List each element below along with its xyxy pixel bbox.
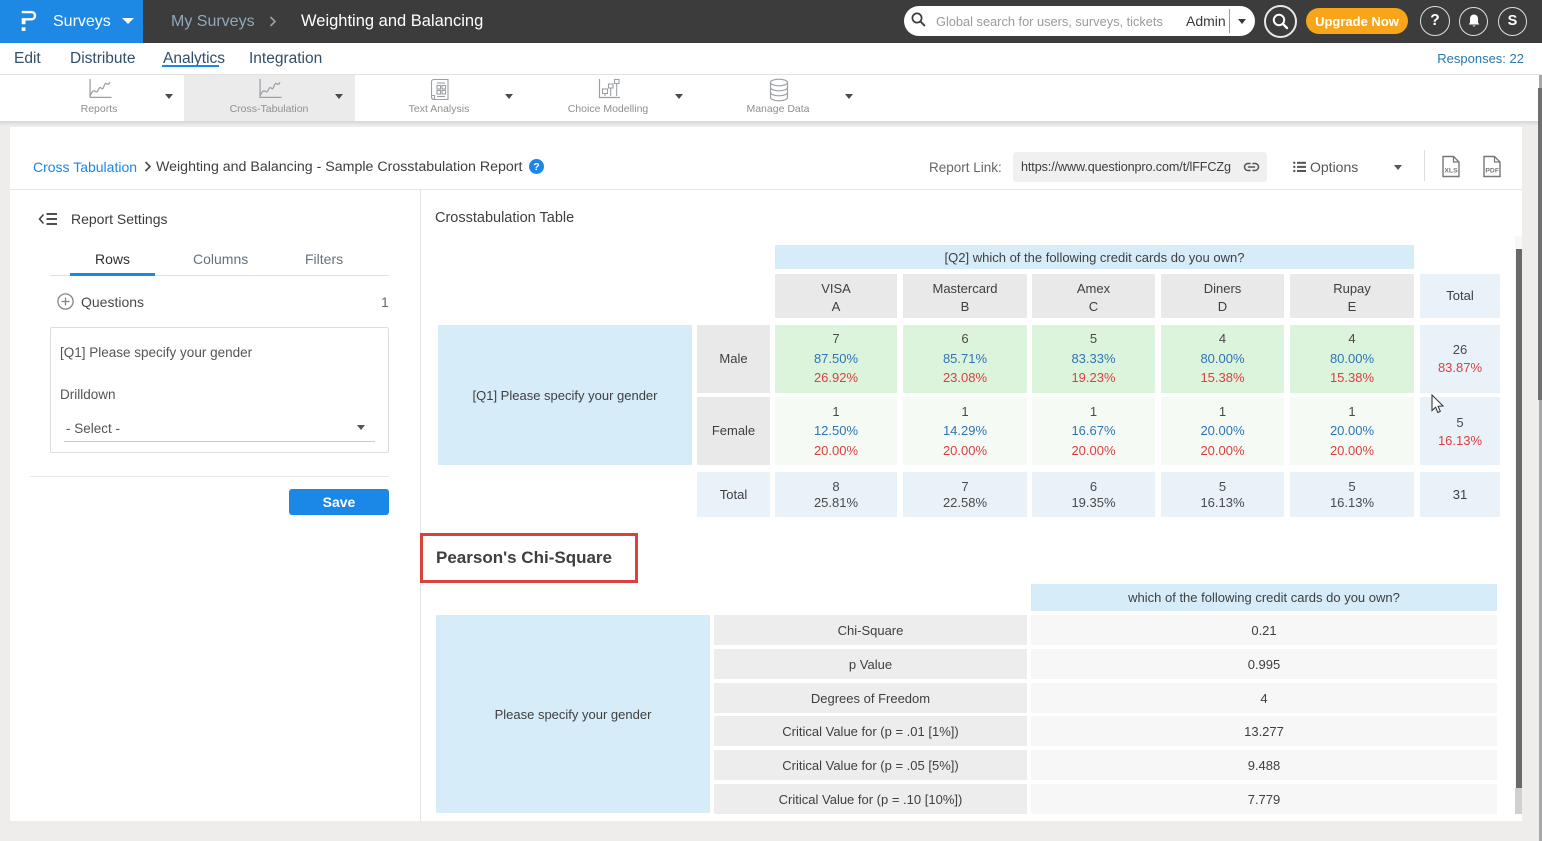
svg-text:PDF: PDF xyxy=(1485,168,1499,175)
svg-text:XLS: XLS xyxy=(1444,168,1458,175)
